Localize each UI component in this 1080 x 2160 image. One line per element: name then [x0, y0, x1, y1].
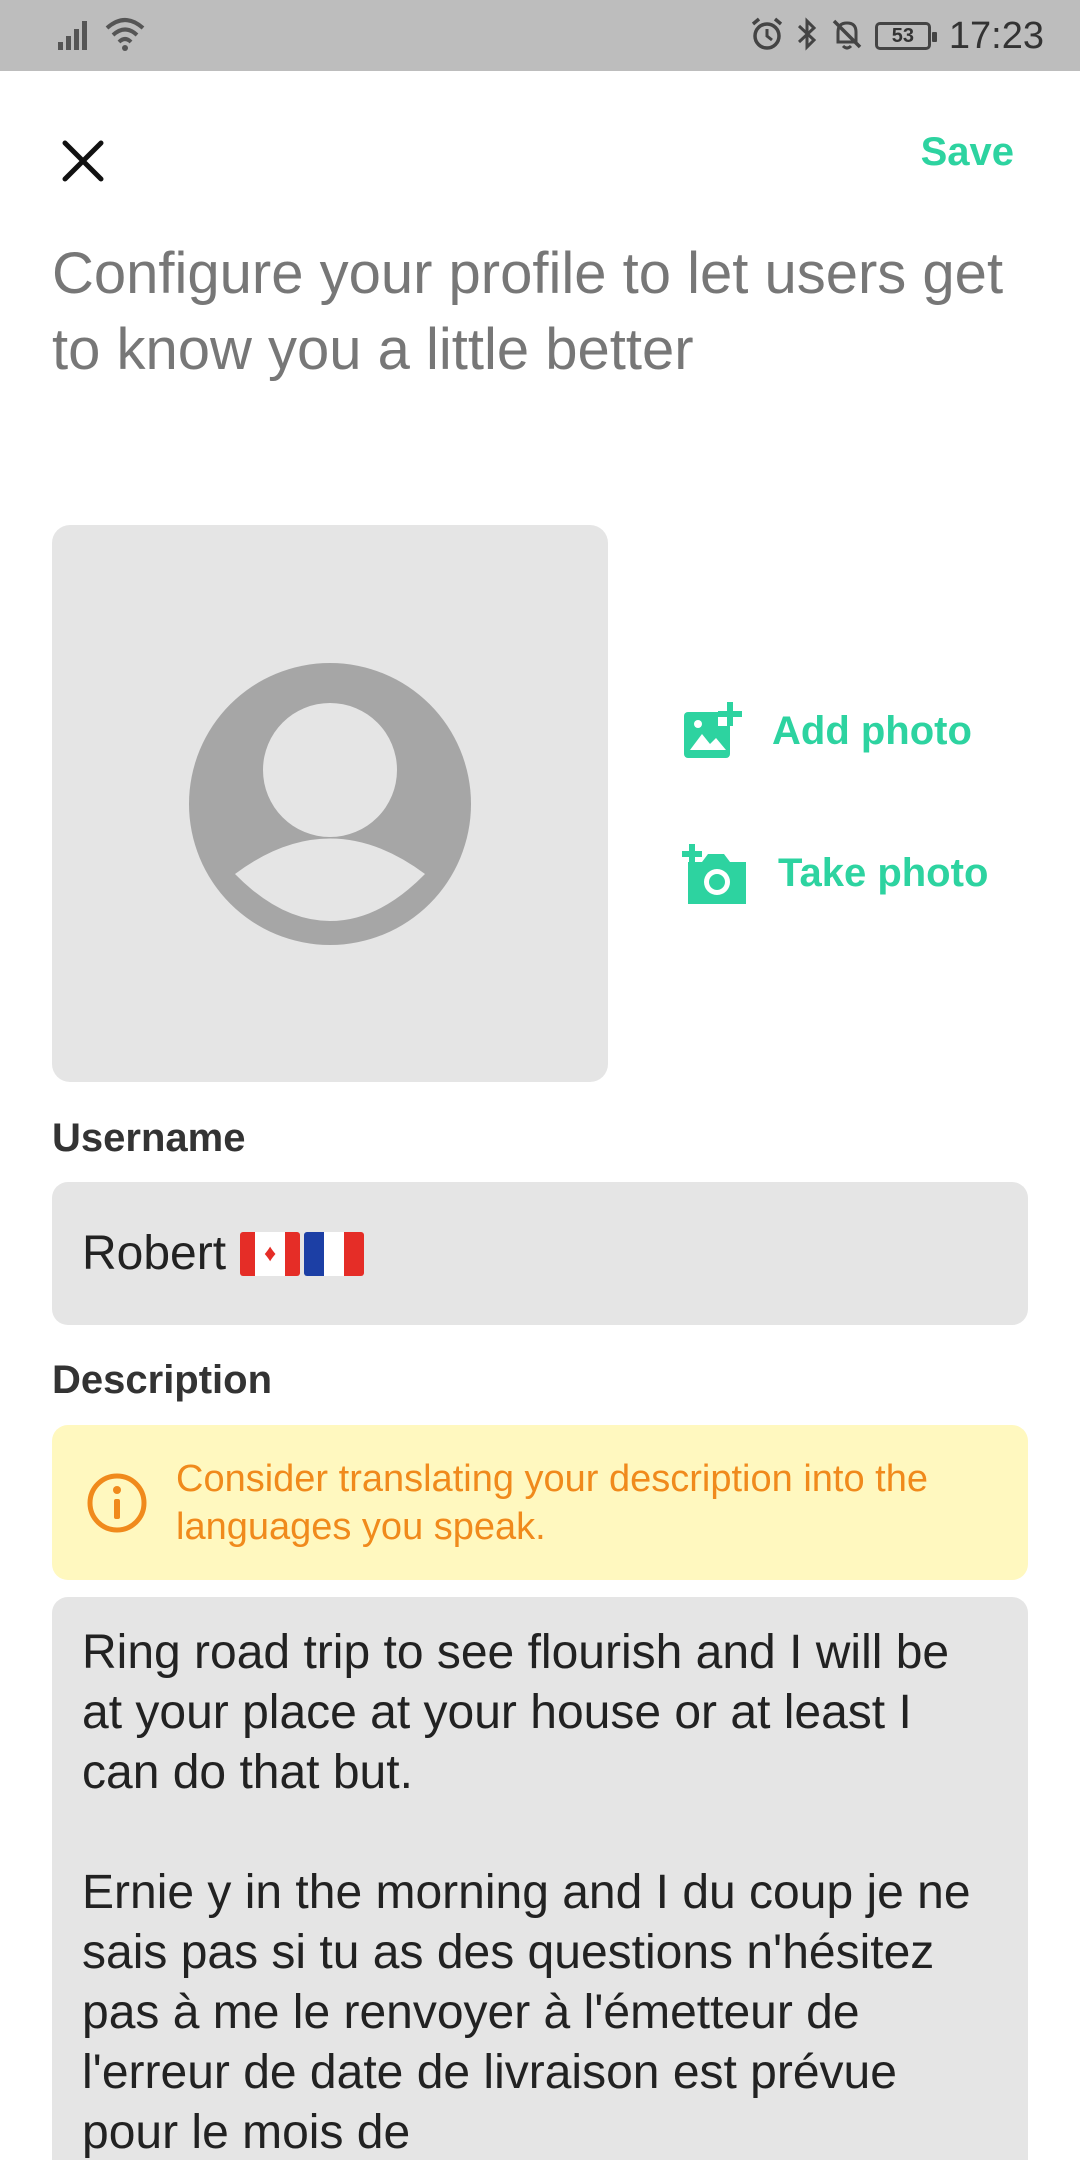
translation-notice: Consider translating your description in…	[52, 1425, 1028, 1580]
mute-icon	[829, 16, 865, 57]
page-title: Configure your profile to let users get …	[52, 241, 1004, 382]
status-bar: 53 17:23	[0, 0, 1080, 71]
signal-icon	[56, 16, 92, 57]
battery-level: 53	[891, 24, 915, 47]
username-label: Username	[52, 1116, 246, 1160]
info-icon	[87, 1473, 147, 1532]
close-button[interactable]	[50, 128, 116, 194]
avatar-placeholder[interactable]	[52, 525, 608, 1082]
bluetooth-icon	[795, 16, 819, 57]
username-value: Robert	[82, 1227, 227, 1280]
take-photo-button[interactable]: Take photo	[678, 840, 988, 906]
description-paragraph: Ring road trip to see flourish and I wil…	[82, 1626, 950, 1799]
flag-emojis: ♦	[240, 1231, 365, 1276]
description-paragraph: Ernie y in the morning and I du coup je …	[82, 1866, 971, 2159]
alarm-icon	[749, 16, 785, 57]
clock: 17:23	[948, 14, 1044, 57]
add-image-icon	[684, 702, 742, 758]
description-label: Description	[52, 1358, 273, 1402]
add-camera-icon	[682, 844, 746, 904]
status-right: 53 17:23	[749, 10, 1044, 62]
add-photo-label: Add photo	[772, 708, 972, 753]
status-left	[56, 14, 146, 58]
battery-icon: 53	[874, 22, 937, 50]
take-photo-label: Take photo	[778, 850, 989, 895]
canada-flag-icon: ♦	[240, 1231, 301, 1276]
france-flag-icon	[304, 1231, 365, 1276]
wifi-icon	[104, 16, 146, 57]
user-avatar-icon	[189, 662, 471, 945]
username-input[interactable]: Robert ♦	[52, 1182, 1028, 1325]
notice-text: Consider translating your description in…	[176, 1457, 928, 1548]
close-icon	[62, 140, 104, 182]
description-textarea[interactable]: Ring road trip to see flourish and I wil…	[52, 1597, 1028, 2160]
save-button[interactable]: Save	[921, 130, 1014, 175]
add-photo-button[interactable]: Add photo	[678, 698, 972, 764]
